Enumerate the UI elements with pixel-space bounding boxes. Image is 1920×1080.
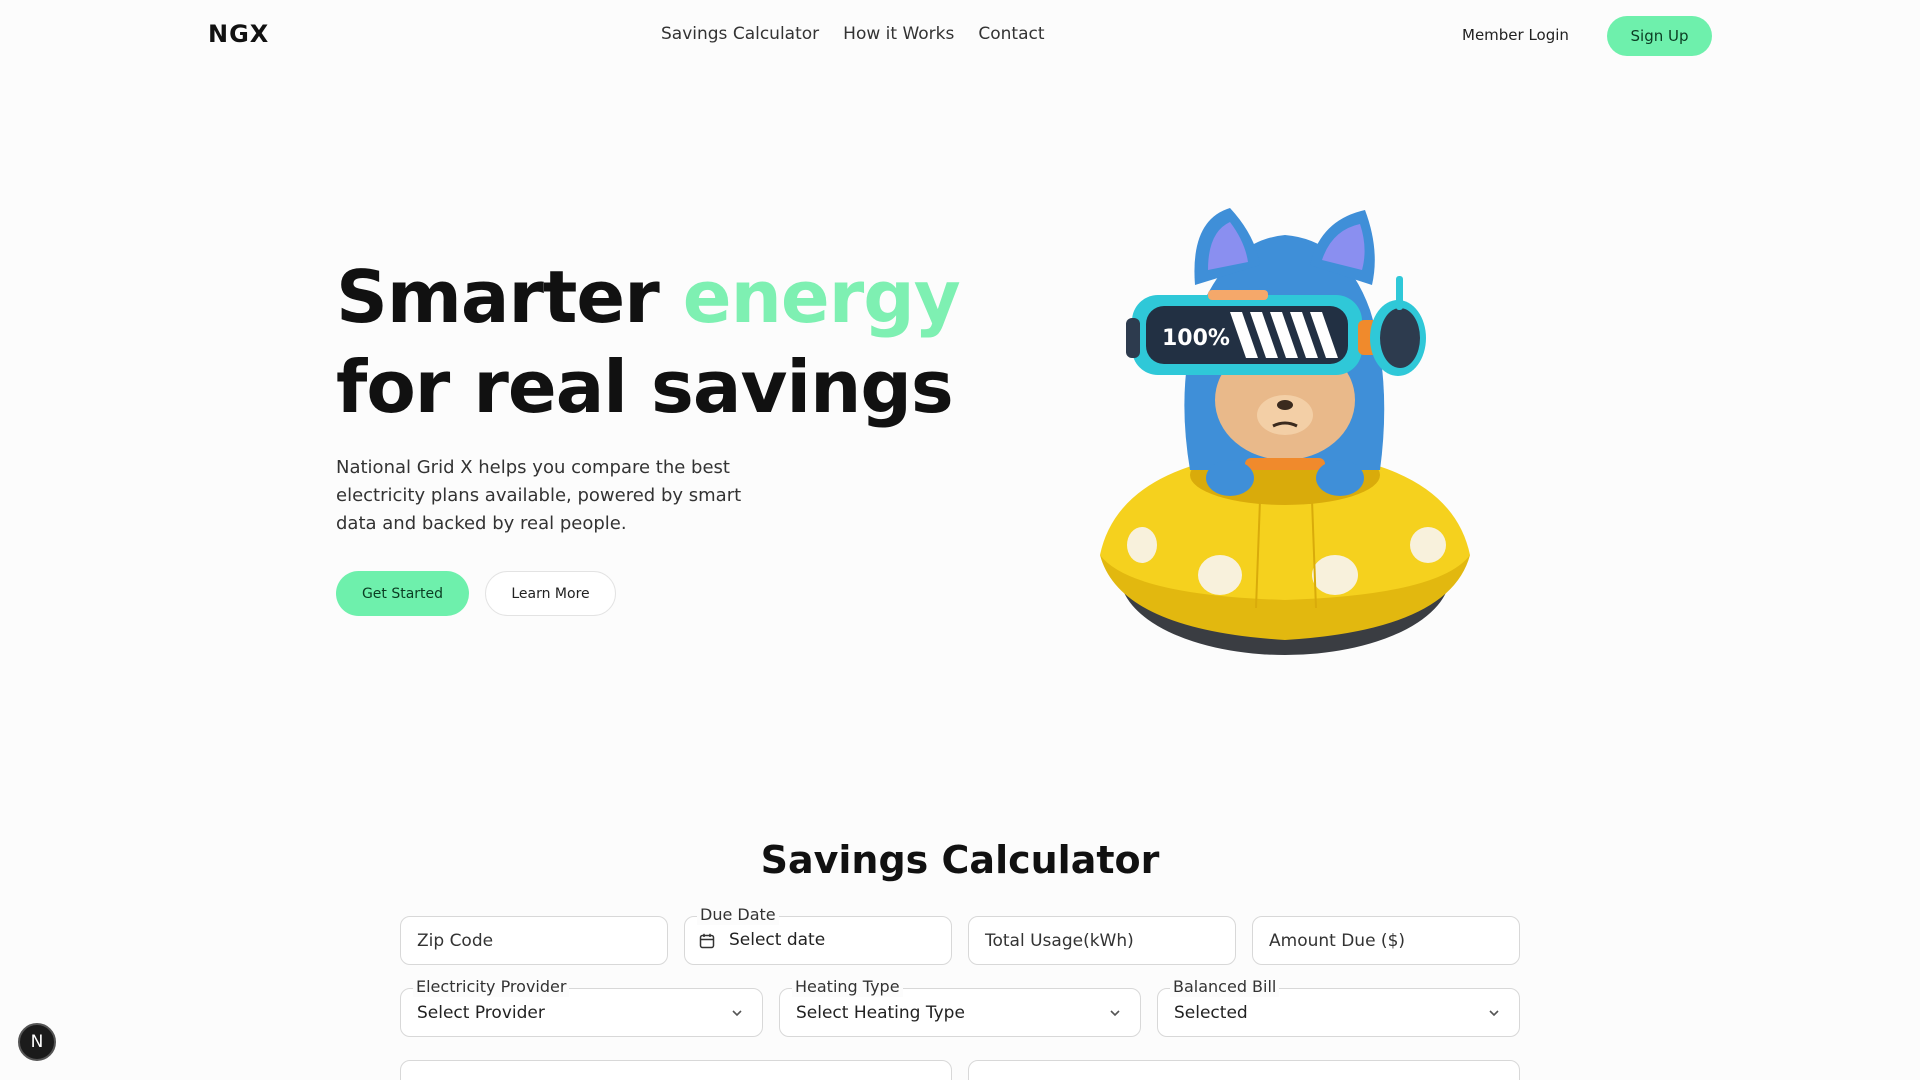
balanced-bill-select[interactable]: Balanced Bill Selected [1157, 977, 1520, 1037]
get-started-button[interactable]: Get Started [336, 571, 469, 616]
chevron-down-icon [1489, 1010, 1499, 1017]
electricity-provider-value: Select Provider [417, 1003, 545, 1023]
heating-type-label: Heating Type [792, 977, 903, 997]
due-date-field[interactable]: Due Date Select date [684, 905, 952, 965]
nav-link-contact[interactable]: Contact [978, 24, 1044, 44]
dev-tools-badge[interactable]: N [18, 1023, 56, 1061]
hero-title-pre: Smarter [336, 255, 683, 339]
row3-field-right[interactable] [968, 1060, 1520, 1080]
learn-more-button[interactable]: Learn More [485, 571, 616, 616]
nav-link-how-it-works[interactable]: How it Works [843, 24, 954, 44]
heating-type-select[interactable]: Heating Type Select Heating Type [779, 977, 1141, 1037]
amount-due-placeholder: Amount Due ($) [1269, 931, 1406, 951]
total-usage-placeholder: Total Usage(kWh) [985, 931, 1134, 951]
hero-title: Smarter energy for real savings [336, 252, 961, 432]
top-nav: NGX Savings Calculator How it Works Cont… [0, 0, 1920, 72]
sign-up-button[interactable]: Sign Up [1607, 16, 1712, 56]
balanced-bill-label: Balanced Bill [1170, 977, 1280, 997]
hero-description: National Grid X helps you compare the be… [336, 457, 742, 534]
chevron-down-icon [732, 1010, 742, 1017]
goggle-display-text: 100% [1162, 326, 1230, 351]
row3-field-left[interactable] [400, 1060, 952, 1080]
electricity-provider-label: Electricity Provider [413, 977, 570, 997]
balanced-bill-value: Selected [1174, 1003, 1248, 1023]
nav-link-savings-calculator[interactable]: Savings Calculator [661, 24, 819, 44]
logo[interactable]: NGX [208, 20, 269, 48]
zip-code-placeholder: Zip Code [417, 931, 494, 951]
due-date-label: Due Date [697, 905, 779, 925]
heating-type-value: Select Heating Type [796, 1003, 965, 1023]
electricity-provider-select[interactable]: Electricity Provider Select Provider [400, 977, 763, 1037]
member-login-link[interactable]: Member Login [1462, 26, 1569, 44]
due-date-value: Select date [729, 930, 826, 950]
total-usage-field[interactable]: Total Usage(kWh) [968, 916, 1236, 965]
hero-title-accent: energy [682, 255, 961, 339]
chevron-down-icon [1110, 1010, 1120, 1017]
mascot-illustration: 100% [1100, 208, 1470, 655]
hero-title-line2: for real savings [336, 345, 954, 429]
nav-links: Savings Calculator How it Works Contact [661, 24, 1045, 44]
calendar-icon [699, 933, 715, 949]
zip-code-field[interactable]: Zip Code [400, 916, 668, 965]
amount-due-field[interactable]: Amount Due ($) [1252, 916, 1520, 965]
savings-calculator-title: Savings Calculator [760, 838, 1160, 882]
